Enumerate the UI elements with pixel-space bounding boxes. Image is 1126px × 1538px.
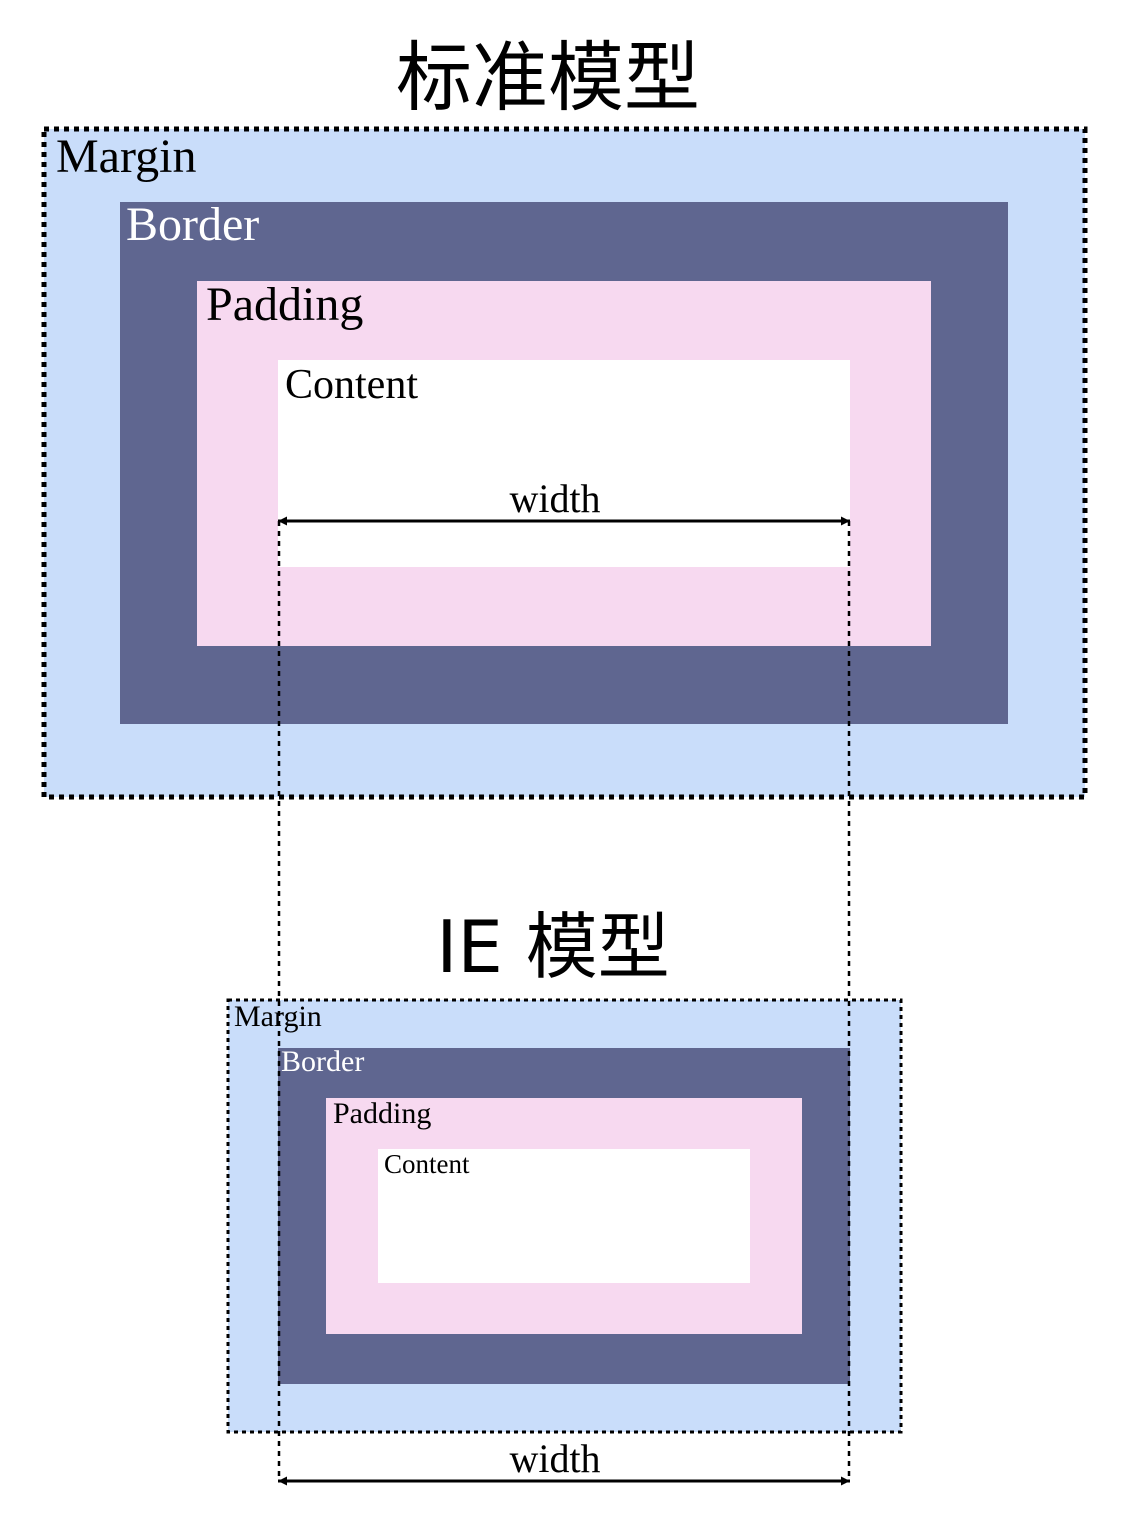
standard-content-label: Content	[285, 362, 418, 408]
ie-content-label: Content	[384, 1149, 470, 1179]
standard-border-label: Border	[126, 198, 259, 251]
standard-padding-label: Padding	[206, 278, 363, 331]
standard-model-title: 标准模型	[396, 33, 700, 122]
ie-model-title: IE 模型	[436, 905, 670, 989]
ie-padding-label: Padding	[333, 1097, 431, 1130]
ie-border-label: Border	[281, 1045, 364, 1078]
box-model-diagram: 标准模型 Margin Border Padding Content width…	[41, 33, 1088, 1486]
standard-margin-label: Margin	[56, 130, 196, 183]
ie-width-label: width	[509, 1436, 600, 1481]
standard-width-label: width	[509, 476, 600, 521]
